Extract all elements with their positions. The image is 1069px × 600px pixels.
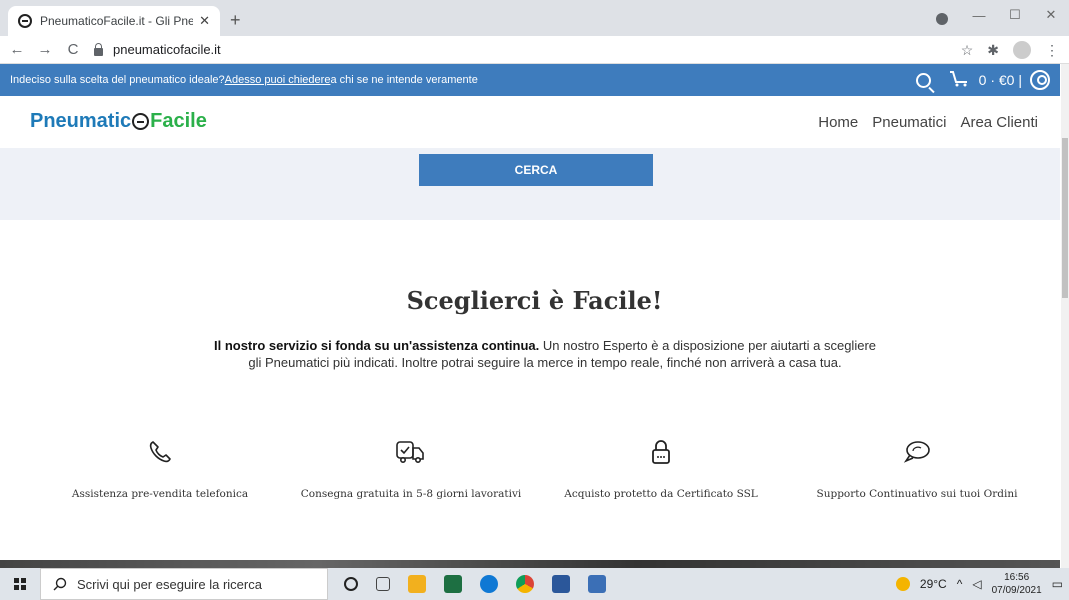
address-bar: ← → C pneumaticofacile.it ☆ ✱ ⋮ xyxy=(0,36,1069,64)
features-row: Assistenza pre-vendita telefonica Conseg… xyxy=(0,438,1069,508)
new-tab-button[interactable]: + xyxy=(230,10,241,31)
search-icon[interactable] xyxy=(915,72,931,88)
minimize-button[interactable]: — xyxy=(961,8,997,23)
delivery-truck-icon xyxy=(286,438,536,466)
file-explorer-icon[interactable] xyxy=(408,575,426,593)
forward-button[interactable]: → xyxy=(34,41,56,58)
search-band: CERCA xyxy=(0,148,1060,220)
extensions-icon[interactable]: ✱ xyxy=(987,42,999,59)
browser-tab-bar: PneumaticoFacile.it - Gli Pneuma ✕ + — ☐… xyxy=(0,0,1069,36)
tab-search-icon[interactable] xyxy=(936,13,948,25)
edge-icon[interactable] xyxy=(480,575,498,593)
close-window-button[interactable]: ✕ xyxy=(1033,7,1069,23)
section-description: Il nostro servizio si fonda su un'assist… xyxy=(120,338,970,372)
bookmark-star-icon[interactable]: ☆ xyxy=(961,42,974,59)
window-controls: — ☐ ✕ xyxy=(961,0,1069,30)
toolbar-right: ☆ ✱ ⋮ xyxy=(961,36,1059,64)
topbar-actions: 0 · €0 | xyxy=(915,64,1050,96)
lock-icon xyxy=(536,438,786,466)
feature-label: Acquisto protetto da Certificato SSL xyxy=(564,488,758,500)
chat-bubbles-icon xyxy=(792,438,1042,466)
task-view-icon[interactable] xyxy=(376,577,390,591)
menu-item-pneumatici[interactable]: Pneumatici xyxy=(872,114,946,131)
scrollbar-thumb[interactable] xyxy=(1062,138,1068,298)
hero-image-strip xyxy=(0,560,1060,568)
weather-sun-icon[interactable] xyxy=(895,577,910,591)
user-account-icon[interactable] xyxy=(1030,70,1050,90)
windows-taskbar: Scrivi qui per eseguire la ricerca 29°C … xyxy=(0,568,1069,600)
tab-title: PneumaticoFacile.it - Gli Pneuma xyxy=(40,14,194,28)
site-header: Pneumatic Facile Home Pneumatici Area Cl… xyxy=(0,96,1060,148)
description-line1: Un nostro Esperto è a disposizione per a… xyxy=(539,338,877,353)
logo-text-part1: Pneumatic xyxy=(30,110,132,132)
browser-tab[interactable]: PneumaticoFacile.it - Gli Pneuma ✕ xyxy=(8,6,220,36)
main-menu: Home Pneumatici Area Clienti xyxy=(818,114,1038,131)
start-button[interactable] xyxy=(0,568,40,600)
feature-label: Supporto Continuativo sui tuoi Ordini xyxy=(816,488,1018,500)
lock-icon xyxy=(94,42,103,56)
weather-temperature[interactable]: 29°C xyxy=(920,577,947,591)
site-top-bar: Indeciso sulla scelta del pneumatico ide… xyxy=(0,64,1060,96)
taskbar-apps xyxy=(344,575,606,593)
tray-chevron-up-icon[interactable]: ^ xyxy=(957,577,963,591)
profile-avatar-icon[interactable] xyxy=(1013,41,1031,59)
cerca-button[interactable]: CERCA xyxy=(419,154,653,186)
clock-time: 16:56 xyxy=(1004,572,1030,583)
word-icon[interactable] xyxy=(552,575,570,593)
excel-icon[interactable] xyxy=(444,575,462,593)
feature-label: Assistenza pre-vendita telefonica xyxy=(71,488,249,500)
chrome-icon[interactable] xyxy=(516,575,534,593)
taskbar-search-placeholder: Scrivi qui per eseguire la ricerca xyxy=(77,576,262,592)
description-bold: Il nostro servizio si fonda su un'assist… xyxy=(213,338,540,353)
network-app-icon[interactable] xyxy=(588,575,606,593)
section-title: Sceglierci è Facile! xyxy=(406,286,663,315)
maximize-button[interactable]: ☐ xyxy=(997,7,1033,23)
url-field[interactable]: pneumaticofacile.it xyxy=(94,42,221,57)
feature-item: Supporto Continuativo sui tuoi Ordini xyxy=(792,438,1042,500)
feature-label: Consegna gratuita in 5-8 giorni lavorati… xyxy=(300,488,522,500)
browser-menu-icon[interactable]: ⋮ xyxy=(1045,42,1059,59)
url-text: pneumaticofacile.it xyxy=(113,42,221,57)
system-tray: 29°C ^ ◁ 16:56 07/09/2021 ▭ xyxy=(895,568,1063,600)
taskbar-clock[interactable]: 16:56 07/09/2021 xyxy=(992,571,1042,597)
back-button[interactable]: ← xyxy=(6,41,28,58)
ask-expert-link[interactable]: Adesso puoi chiedere xyxy=(225,74,331,86)
feature-item: Consegna gratuita in 5-8 giorni lavorati… xyxy=(286,438,536,500)
reload-button[interactable]: C xyxy=(62,41,84,58)
taskbar-search-box[interactable]: Scrivi qui per eseguire la ricerca xyxy=(40,568,328,600)
notifications-icon[interactable]: ▭ xyxy=(1052,577,1063,591)
tab-close-icon[interactable]: ✕ xyxy=(199,13,210,29)
topbar-text-after: a chi se ne intende veramente xyxy=(330,74,478,86)
logo-tire-icon xyxy=(132,113,150,130)
site-logo[interactable]: Pneumatic Facile xyxy=(30,110,207,133)
logo-text-part2: Facile xyxy=(150,110,207,132)
feature-item: Assistenza pre-vendita telefonica xyxy=(35,438,285,500)
tray-volume-icon[interactable]: ◁ xyxy=(972,577,981,591)
site-favicon-icon xyxy=(18,14,32,28)
search-icon xyxy=(53,577,67,591)
topbar-text-before: Indeciso sulla scelta del pneumatico ide… xyxy=(10,74,225,86)
phone-icon xyxy=(35,438,285,466)
page-scrollbar[interactable] xyxy=(1061,64,1069,568)
menu-item-home[interactable]: Home xyxy=(818,114,858,131)
windows-logo-icon xyxy=(14,578,26,590)
cortana-icon[interactable] xyxy=(344,577,358,591)
menu-item-area-clienti[interactable]: Area Clienti xyxy=(960,114,1038,131)
cart-icon[interactable] xyxy=(949,70,971,91)
clock-date: 07/09/2021 xyxy=(991,585,1042,596)
feature-item: Acquisto protetto da Certificato SSL xyxy=(536,438,786,500)
cart-summary[interactable]: 0 · €0 | xyxy=(979,72,1022,88)
description-line2: gli Pneumatici più indicati. Inoltre pot… xyxy=(248,354,842,370)
